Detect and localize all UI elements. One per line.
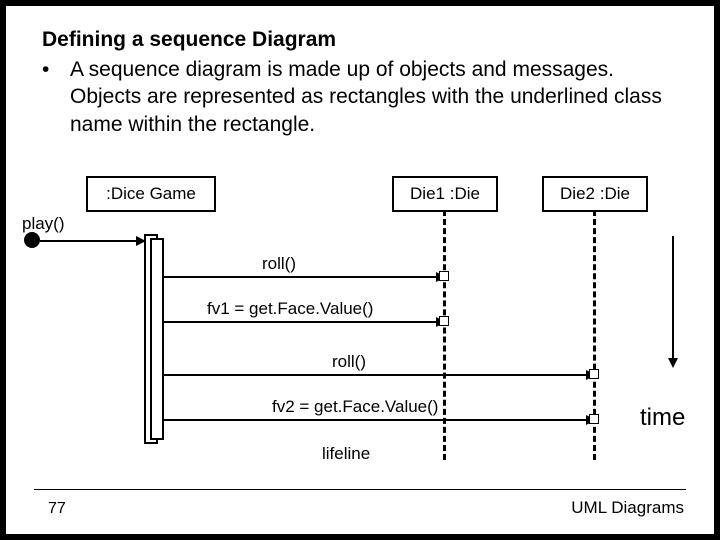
message-roll1 <box>164 276 444 278</box>
label-roll1: roll() <box>262 254 296 274</box>
slide-heading: Defining a sequence Diagram <box>42 28 686 52</box>
exec-spec-die1-roll <box>439 271 449 281</box>
exec-spec-die2-roll <box>589 369 599 379</box>
time-arrow-icon <box>672 236 674 366</box>
slide-frame: Defining a sequence Diagram • A sequence… <box>0 0 720 540</box>
message-fv1 <box>164 321 444 323</box>
sequence-diagram: :Dice Game Die1 :Die Die2 :Die play() ro… <box>12 176 708 478</box>
object-dicegame: :Dice Game <box>86 176 216 212</box>
message-play <box>40 240 144 242</box>
exec-spec-die2-fv <box>589 414 599 424</box>
footer-title: UML Diagrams <box>571 498 684 518</box>
object-die1: Die1 :Die <box>392 176 498 212</box>
label-lifeline: lifeline <box>322 444 370 464</box>
bullet-marker: • <box>42 56 70 138</box>
exec-spec-die1-fv <box>439 316 449 326</box>
label-time: time <box>640 404 685 432</box>
label-roll2: roll() <box>332 352 366 372</box>
text-content: Defining a sequence Diagram • A sequence… <box>6 6 714 138</box>
page-number: 77 <box>48 500 66 518</box>
label-fv2: fv2 = get.Face.Value() <box>272 397 438 417</box>
bullet-item: • A sequence diagram is made up of objec… <box>42 56 686 138</box>
start-node-icon <box>24 232 40 248</box>
object-die2: Die2 :Die <box>542 176 648 212</box>
activation-dicegame-inner <box>150 238 164 440</box>
bullet-text: A sequence diagram is made up of objects… <box>70 56 686 138</box>
message-fv2 <box>164 419 594 421</box>
arrowhead-icon <box>136 236 146 246</box>
message-roll2 <box>164 374 594 376</box>
lifeline-die1 <box>443 210 446 460</box>
footer-divider <box>34 489 686 490</box>
label-play: play() <box>22 214 65 234</box>
label-fv1: fv1 = get.Face.Value() <box>207 299 373 319</box>
